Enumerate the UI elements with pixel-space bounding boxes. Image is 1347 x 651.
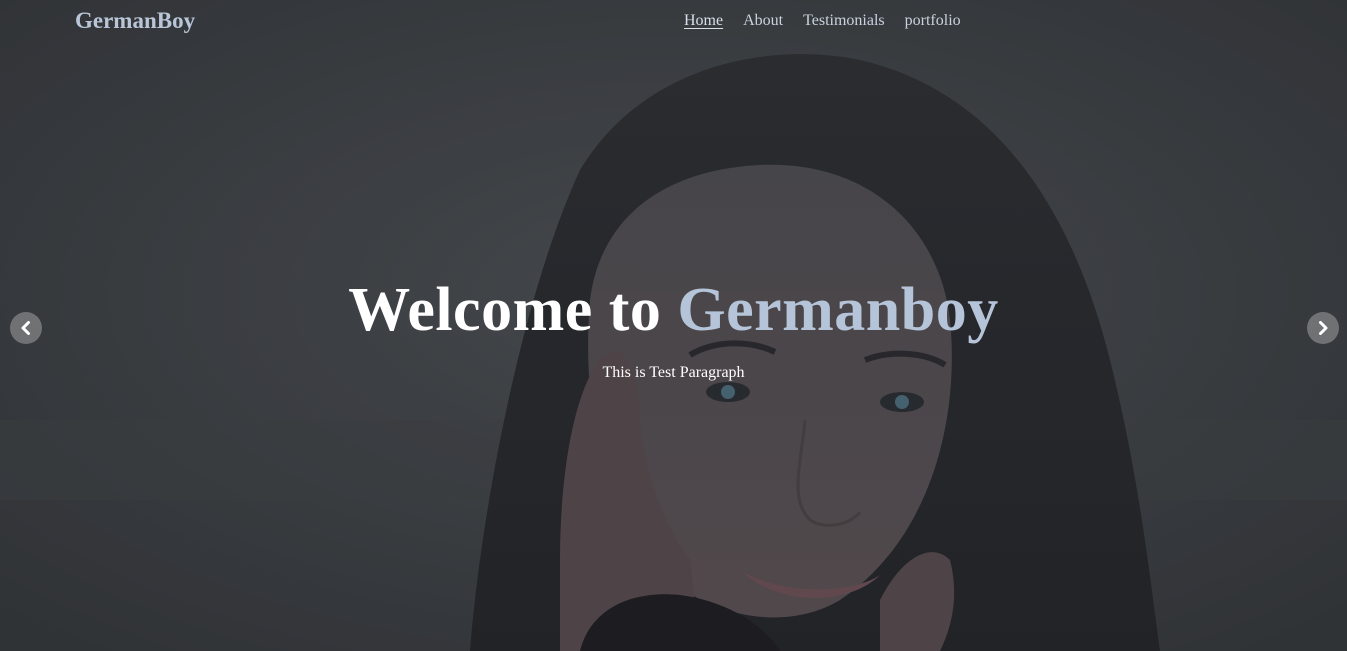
headline-prefix: Welcome to bbox=[348, 276, 662, 344]
nav-link-about[interactable]: About bbox=[743, 10, 783, 32]
nav-item-testimonials: Testimonials bbox=[803, 10, 885, 32]
headline-accent: Germanboy bbox=[677, 276, 999, 344]
brand-logo[interactable]: GermanBoy bbox=[75, 6, 195, 36]
nav-item-about: About bbox=[743, 10, 783, 32]
hero-carousel: GermanBoy Home About Testimonials portfo… bbox=[0, 0, 1347, 651]
nav-link-testimonials[interactable]: Testimonials bbox=[803, 10, 885, 32]
nav-item-portfolio: portfolio bbox=[905, 10, 961, 32]
hero-headline: Welcome to Germanboy bbox=[0, 270, 1347, 350]
carousel-next-button[interactable] bbox=[1307, 312, 1339, 344]
nav-link-home[interactable]: Home bbox=[684, 10, 723, 32]
nav-link-portfolio[interactable]: portfolio bbox=[905, 10, 961, 32]
nav-item-home: Home bbox=[684, 10, 723, 32]
carousel-prev-button[interactable] bbox=[10, 312, 42, 344]
chevron-left-icon bbox=[21, 321, 30, 335]
carousel-caption: Welcome to Germanboy This is Test Paragr… bbox=[0, 270, 1347, 384]
hero-paragraph: This is Test Paragraph bbox=[602, 364, 745, 381]
nav-menu: Home About Testimonials portfolio bbox=[684, 10, 961, 32]
chevron-right-icon bbox=[1319, 321, 1328, 335]
top-navbar: GermanBoy Home About Testimonials portfo… bbox=[0, 0, 1347, 44]
